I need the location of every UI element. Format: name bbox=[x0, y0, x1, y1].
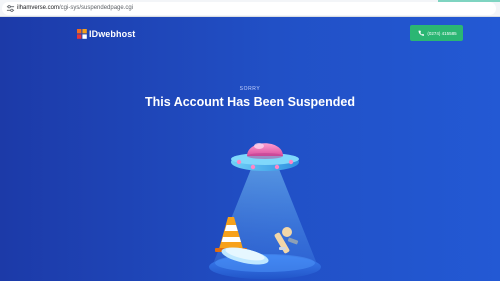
url-text[interactable]: ilhamverse.com/cgi-sys/suspendedpage.cgi bbox=[17, 4, 133, 13]
url-host: ilhamverse.com bbox=[17, 5, 60, 11]
logo-text: IDwebhost bbox=[89, 29, 136, 39]
ufo-abduction-illustration bbox=[209, 143, 321, 279]
sorry-label: SORRY bbox=[239, 86, 261, 92]
page: ilhamverse.com/cgi-sys/suspendedpage.cgi… bbox=[0, 0, 500, 281]
address-field[interactable]: ilhamverse.com/cgi-sys/suspendedpage.cgi bbox=[2, 2, 496, 15]
url-path: /cgi-sys/suspendedpage.cgi bbox=[59, 5, 134, 11]
suspended-hero: IDwebhost (0274) 415585 SORRY This Accou… bbox=[0, 17, 500, 281]
browser-address-bar: ilhamverse.com/cgi-sys/suspendedpage.cgi bbox=[0, 0, 500, 17]
idwebhost-logo-icon bbox=[77, 29, 87, 39]
site-logo[interactable]: IDwebhost bbox=[77, 28, 135, 40]
phone-icon bbox=[418, 30, 425, 36]
phone-number: (0274) 415585 bbox=[427, 30, 457, 36]
tune-icon[interactable] bbox=[6, 4, 15, 13]
ufo bbox=[231, 143, 299, 171]
phone-button[interactable]: (0274) 415585 bbox=[410, 25, 463, 41]
page-title: This Account Has Been Suspended bbox=[145, 95, 355, 109]
